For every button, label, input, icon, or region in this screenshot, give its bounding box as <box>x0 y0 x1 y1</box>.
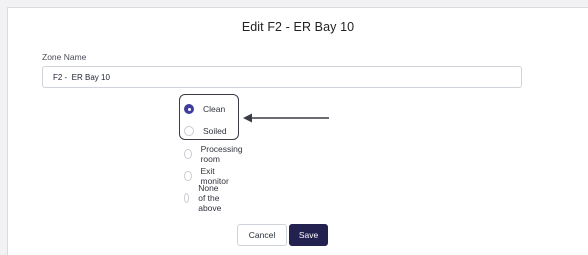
radio-label-processing-room: Processing room <box>200 144 243 164</box>
cancel-button[interactable]: Cancel <box>237 224 287 246</box>
annotation-highlight-box <box>179 94 239 140</box>
radio-option-exit-monitor[interactable]: Exit monitor <box>184 166 231 186</box>
dialog-title: Edit F2 - ER Bay 10 <box>241 20 355 34</box>
zone-name-label: Zone Name <box>42 52 87 62</box>
annotation-arrow-icon <box>243 113 329 123</box>
edit-zone-dialog: Edit F2 - ER Bay 10 Zone Name Clean Soil… <box>7 7 588 255</box>
zone-name-input[interactable] <box>42 66 522 88</box>
save-button[interactable]: Save <box>289 224 328 246</box>
radio-option-processing-room[interactable]: Processing room <box>184 144 245 164</box>
radio-option-none[interactable]: None of the above <box>184 183 226 213</box>
radio-unselected-icon[interactable] <box>184 193 190 203</box>
radio-unselected-icon[interactable] <box>184 171 192 181</box>
radio-unselected-icon[interactable] <box>184 149 192 159</box>
page-background: Edit F2 - ER Bay 10 Zone Name Clean Soil… <box>0 0 588 255</box>
radio-label-none: None of the above <box>198 183 222 213</box>
